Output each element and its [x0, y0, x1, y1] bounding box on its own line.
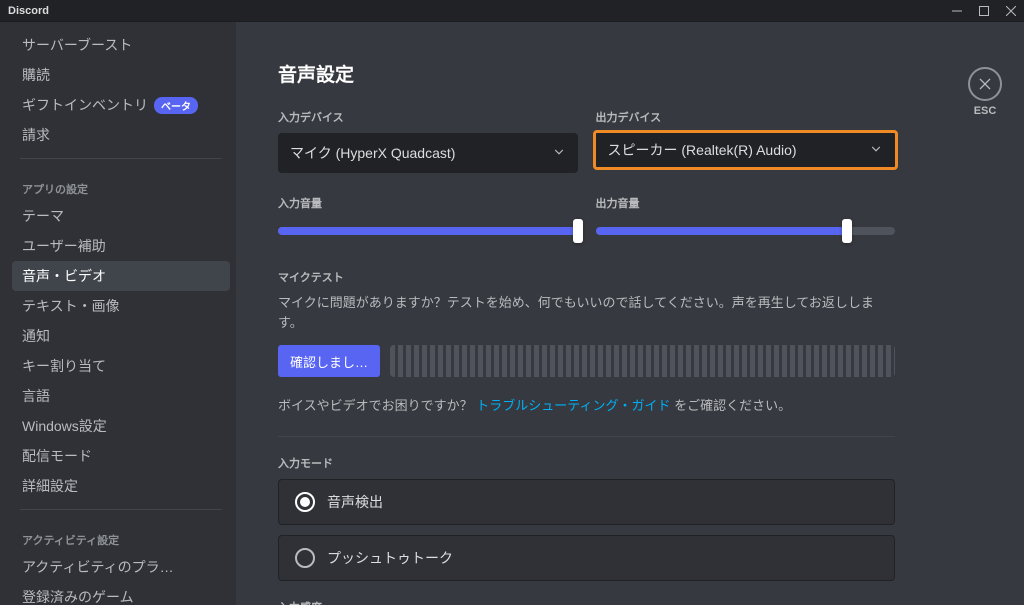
output-device-value: スピーカー (Realtek(R) Audio): [608, 140, 797, 160]
input-device-select[interactable]: マイク (HyperX Quadcast): [278, 133, 578, 173]
troubleshooting-link[interactable]: トラブルシューティング・ガイド: [476, 398, 670, 413]
output-device-select[interactable]: スピーカー (Realtek(R) Audio): [593, 130, 899, 170]
input-device-label: 入力デバイス: [278, 109, 578, 125]
sidebar-item-theme[interactable]: テーマ: [12, 201, 230, 231]
input-volume-label: 入力音量: [278, 195, 578, 211]
input-mode-label: 入力モード: [278, 455, 974, 471]
mode-voice-activity[interactable]: 音声検出: [278, 479, 895, 525]
minimize-button[interactable]: [951, 5, 962, 16]
input-device-value: マイク (HyperX Quadcast): [290, 143, 455, 163]
chevron-down-icon: [552, 145, 566, 162]
sidebar-item-billing[interactable]: 請求: [12, 120, 230, 150]
close-button[interactable]: [1005, 5, 1016, 16]
close-settings-button[interactable]: [968, 67, 1002, 101]
sidebar-item-streamer-mode[interactable]: 配信モード: [12, 441, 230, 471]
mode-push-to-talk[interactable]: プッシュトゥトーク: [278, 535, 895, 581]
input-sensitivity-label: 入力感度: [278, 599, 974, 605]
divider: [278, 436, 895, 437]
radio-checked-icon: [295, 492, 315, 512]
output-device-label: 出力デバイス: [596, 109, 896, 125]
sidebar-item-registered-games[interactable]: 登録済みのゲーム: [12, 582, 230, 605]
sidebar-item-voice-video[interactable]: 音声・ビデオ: [12, 261, 230, 291]
esc-label: ESC: [968, 105, 1002, 117]
input-volume-slider[interactable]: [278, 219, 578, 243]
sidebar-item-accessibility[interactable]: ユーザー補助: [12, 231, 230, 261]
chevron-down-icon: [869, 142, 883, 159]
mictest-description: マイクに問題がありますか？テストを始め、何でもいいので話してください。声を再生し…: [278, 293, 895, 333]
sidebar-header-activity: アクティビティ設定: [12, 518, 230, 552]
troubleshoot-text: ボイスやビデオでお困りですか？ トラブルシューティング・ガイド をご確認ください…: [278, 395, 895, 414]
esc-button-wrap: ESC: [968, 67, 1002, 117]
sidebar-item-text-images[interactable]: テキスト・画像: [12, 291, 230, 321]
output-volume-slider[interactable]: [596, 219, 896, 243]
page-title: 音声設定: [278, 60, 974, 87]
sidebar-item-language[interactable]: 言語: [12, 381, 230, 411]
badge-beta: ベータ: [154, 97, 198, 114]
sidebar-item-notifications[interactable]: 通知: [12, 321, 230, 351]
sidebar-item-advanced[interactable]: 詳細設定: [12, 471, 230, 501]
output-volume-thumb[interactable]: [842, 219, 852, 243]
sidebar-item-activity-privacy[interactable]: アクティビティのプラ…: [12, 552, 230, 582]
input-volume-thumb[interactable]: [573, 219, 583, 243]
sidebar-item-subscriptions[interactable]: 購読: [12, 60, 230, 90]
output-volume-label: 出力音量: [596, 195, 896, 211]
radio-unchecked-icon: [295, 548, 315, 568]
close-icon: [977, 76, 993, 92]
sidebar-item-keybinds[interactable]: キー割り当て: [12, 351, 230, 381]
sidebar-header-app-settings: アプリの設定: [12, 167, 230, 201]
app-name: Discord: [8, 5, 49, 17]
sidebar-item-server-boost[interactable]: サーバーブースト: [12, 30, 230, 60]
mictest-button[interactable]: 確認しまし…: [278, 345, 380, 377]
sidebar-item-windows[interactable]: Windows設定: [12, 411, 230, 441]
sidebar-item-gift-inventory[interactable]: ギフトインベントリ ベータ: [12, 90, 230, 120]
window-titlebar: Discord: [0, 0, 1024, 22]
maximize-button[interactable]: [978, 5, 989, 16]
settings-sidebar: サーバーブースト 購読 ギフトインベントリ ベータ 請求 アプリの設定 テーマ …: [0, 22, 236, 605]
mictest-header: マイクテスト: [278, 269, 895, 285]
settings-content: ESC 音声設定 入力デバイス マイク (HyperX Quadcast) 出力…: [236, 22, 1024, 605]
mictest-meter: [390, 345, 895, 377]
